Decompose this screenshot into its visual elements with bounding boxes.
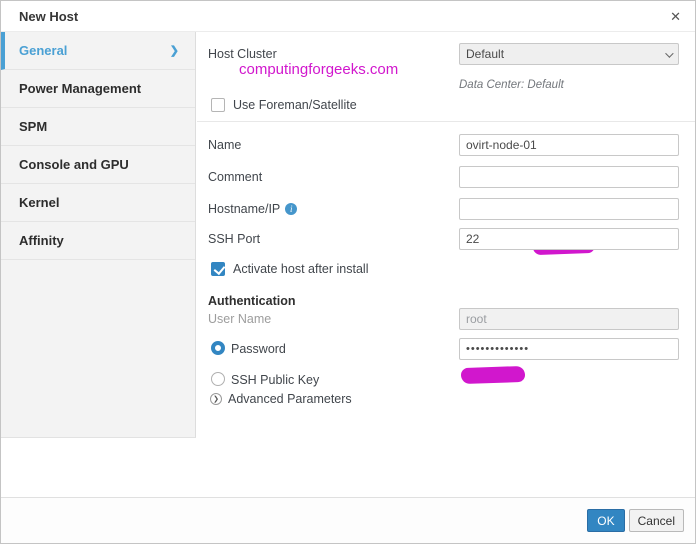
sidebar-item-affinity[interactable]: Affinity	[1, 222, 195, 260]
host-cluster-select[interactable]: Default	[459, 43, 679, 65]
new-host-dialog: New Host ✕ General ❯ Power Management SP…	[0, 0, 696, 544]
comment-input[interactable]	[459, 166, 679, 188]
form-panel: Host Cluster Default Data Center: Defaul…	[197, 32, 695, 543]
data-center-note: Data Center: Default	[459, 79, 564, 91]
dialog-title: New Host	[19, 9, 79, 24]
activate-host-label: Activate host after install	[233, 262, 369, 276]
password-input[interactable]	[459, 338, 679, 360]
sidebar-item-label: Console and GPU	[19, 157, 129, 172]
hostname-label: Hostname/IP	[208, 202, 281, 216]
hostname-label-wrap: Hostname/IP i	[208, 198, 298, 220]
name-label: Name	[208, 138, 242, 152]
username-label: User Name	[208, 312, 272, 326]
password-radio[interactable]	[211, 341, 225, 355]
ssh-public-key-radio[interactable]	[211, 372, 225, 386]
sidebar-item-console-and-gpu[interactable]: Console and GPU	[1, 146, 195, 184]
sidebar-item-label: Power Management	[19, 81, 142, 96]
activate-host-checkbox[interactable]	[211, 262, 225, 276]
host-cluster-value: Default	[466, 47, 505, 61]
use-foreman-label: Use Foreman/Satellite	[233, 98, 357, 112]
sidebar-item-label: General	[19, 43, 68, 58]
watermark-text: computingforgeeks.com	[239, 61, 399, 78]
dialog-footer: OK Cancel	[1, 497, 695, 543]
name-input[interactable]	[459, 134, 679, 156]
chevron-right-icon: ❯	[169, 45, 179, 57]
close-icon[interactable]: ✕	[670, 1, 681, 32]
sidebar-item-power-management[interactable]: Power Management	[1, 70, 195, 108]
advanced-parameters-label[interactable]: Advanced Parameters	[228, 392, 352, 406]
sidebar-item-label: Kernel	[19, 195, 60, 210]
sidebar-item-kernel[interactable]: Kernel	[1, 184, 195, 222]
ssh-public-key-label: SSH Public Key	[231, 373, 320, 387]
expand-chevron-icon[interactable]: ❯	[210, 393, 222, 405]
password-label: Password	[231, 342, 286, 356]
cancel-button[interactable]: Cancel	[628, 509, 684, 532]
sidebar-item-label: Affinity	[19, 233, 64, 248]
comment-label: Comment	[208, 170, 263, 184]
ssh-port-label: SSH Port	[208, 232, 261, 246]
hostname-input[interactable]	[459, 198, 679, 220]
username-input	[459, 308, 679, 330]
sidebar-item-spm[interactable]: SPM	[1, 108, 195, 146]
ssh-port-input[interactable]	[459, 228, 679, 250]
info-icon[interactable]: i	[285, 203, 298, 215]
authentication-header: Authentication	[208, 294, 296, 308]
sidebar-item-label: SPM	[19, 119, 48, 134]
use-foreman-checkbox[interactable]	[211, 98, 225, 112]
section-divider	[197, 121, 695, 122]
sidebar-item-general[interactable]: General ❯	[1, 32, 195, 70]
dialog-titlebar: New Host ✕	[1, 1, 695, 32]
ok-button[interactable]: OK	[587, 509, 625, 532]
chevron-down-icon	[665, 49, 674, 58]
sidebar: General ❯ Power Management SPM Console a…	[1, 32, 196, 438]
